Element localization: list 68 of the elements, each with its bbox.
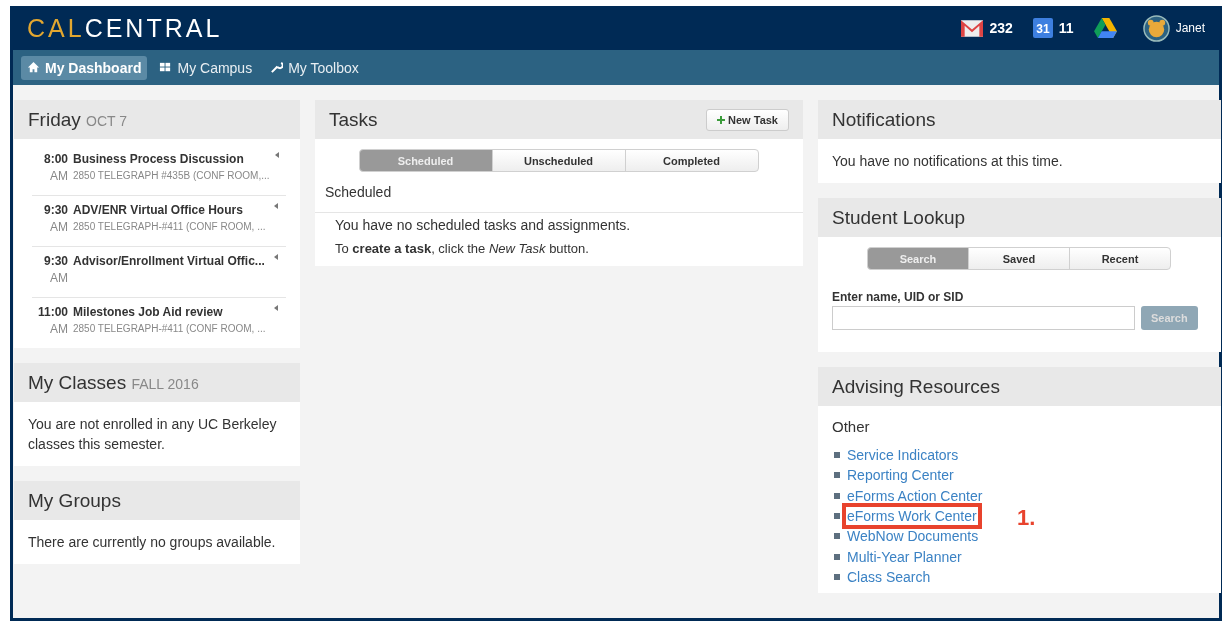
event-time: 9:30 — [42, 203, 68, 217]
segment-tab[interactable]: Saved — [968, 247, 1070, 270]
caret-icon[interactable] — [274, 254, 278, 260]
bear-avatar-icon[interactable] — [1142, 14, 1170, 42]
event-meridiem: AM — [49, 322, 68, 336]
event-meridiem: AM — [49, 169, 68, 183]
new-task-button[interactable]: New Task — [706, 108, 789, 131]
resource-link[interactable]: WebNow Documents — [847, 528, 979, 545]
nav-tab[interactable]: My Dashboard — [21, 55, 148, 80]
panel-title: Tasks — [329, 108, 378, 131]
segment-tab[interactable]: Recent — [1069, 247, 1171, 270]
resource-link[interactable]: eForms Action Center — [847, 487, 983, 504]
bullet-icon — [834, 452, 840, 459]
bullet-icon — [834, 553, 840, 560]
segment-tab[interactable]: Unscheduled — [491, 149, 626, 172]
event-title[interactable]: Milestones Job Aid review — [73, 305, 269, 319]
bullet-icon — [834, 533, 840, 540]
field-label: Enter name, UID or SID — [831, 289, 965, 306]
home-icon — [27, 61, 40, 74]
nav-tab[interactable]: My Campus — [153, 55, 259, 80]
event-location: 2850 TELEGRAPH #435B (CONF ROOM,... — [73, 170, 270, 183]
mail-count: 232 — [989, 20, 1013, 36]
grid-icon — [159, 61, 173, 74]
event-title[interactable]: Business Process Discussion — [73, 152, 270, 166]
event-time: 9:30 — [42, 254, 68, 268]
section-heading: Scheduled — [315, 172, 803, 213]
calendar-count: 11 — [1058, 20, 1074, 36]
event-meridiem: AM — [49, 271, 68, 285]
section-heading: Other — [831, 417, 871, 437]
logo: CALCENTRAL — [27, 13, 223, 43]
caret-icon[interactable] — [274, 203, 278, 209]
plus-icon — [717, 115, 726, 124]
event-time: 8:00 — [42, 152, 68, 166]
event-title[interactable]: Advisor/Enrollment Virtual Offic... — [73, 254, 269, 268]
search-field[interactable] — [832, 306, 1135, 330]
resource-link[interactable]: Reporting Center — [847, 467, 954, 484]
bullet-icon — [834, 573, 840, 580]
bullet-icon — [834, 492, 840, 499]
panel-title: My Groups — [28, 489, 121, 512]
segment-tab[interactable]: Completed — [624, 149, 759, 172]
bullet-icon — [834, 513, 840, 520]
panel-title: Student Lookup — [832, 206, 966, 229]
bullet-icon — [834, 472, 840, 479]
resource-link[interactable]: Service Indicators — [847, 447, 959, 464]
drive-icon[interactable] — [1093, 18, 1117, 38]
panel-title: Notifications — [832, 108, 936, 131]
resource-link[interactable]: Class Search — [847, 568, 931, 585]
tasks-message: You have no scheduled tasks and assignments. — [334, 216, 632, 233]
event-location: 2850 TELEGRAPH-#411 (CONF ROOM, ... — [73, 323, 267, 336]
calendar-icon[interactable]: 31 — [1032, 18, 1053, 38]
panel-message: You are not enrolled in any UC Berkeley classes this semester. — [27, 415, 278, 454]
event-title[interactable]: ADV/ENR Virtual Office Hours — [73, 203, 269, 217]
panel-message: There are currently no groups available. — [27, 533, 277, 552]
event-meridiem: AM — [49, 220, 68, 234]
event-time: 11:00 — [36, 305, 68, 319]
callout-number: 1. — [1017, 504, 1036, 531]
event-location: 2850 TELEGRAPH-#411 (CONF ROOM, ... — [73, 221, 267, 234]
panel-title: Advising Resources — [832, 375, 1000, 398]
mail-icon[interactable] — [961, 19, 984, 37]
panel-title: Friday OCT 7 — [28, 108, 128, 131]
resource-link[interactable]: Multi-Year Planner — [847, 548, 962, 565]
user-name[interactable]: Janet — [1175, 21, 1205, 35]
caret-icon[interactable] — [274, 305, 278, 311]
panel-message: You have no notifications at this time. — [831, 152, 1064, 171]
nav-tab[interactable]: My Toolbox — [264, 55, 365, 80]
caret-icon[interactable] — [274, 152, 279, 158]
panel-title: My Classes FALL 2016 — [28, 371, 199, 394]
tasks-hint: To create a task, click the New Task button. — [334, 240, 590, 258]
